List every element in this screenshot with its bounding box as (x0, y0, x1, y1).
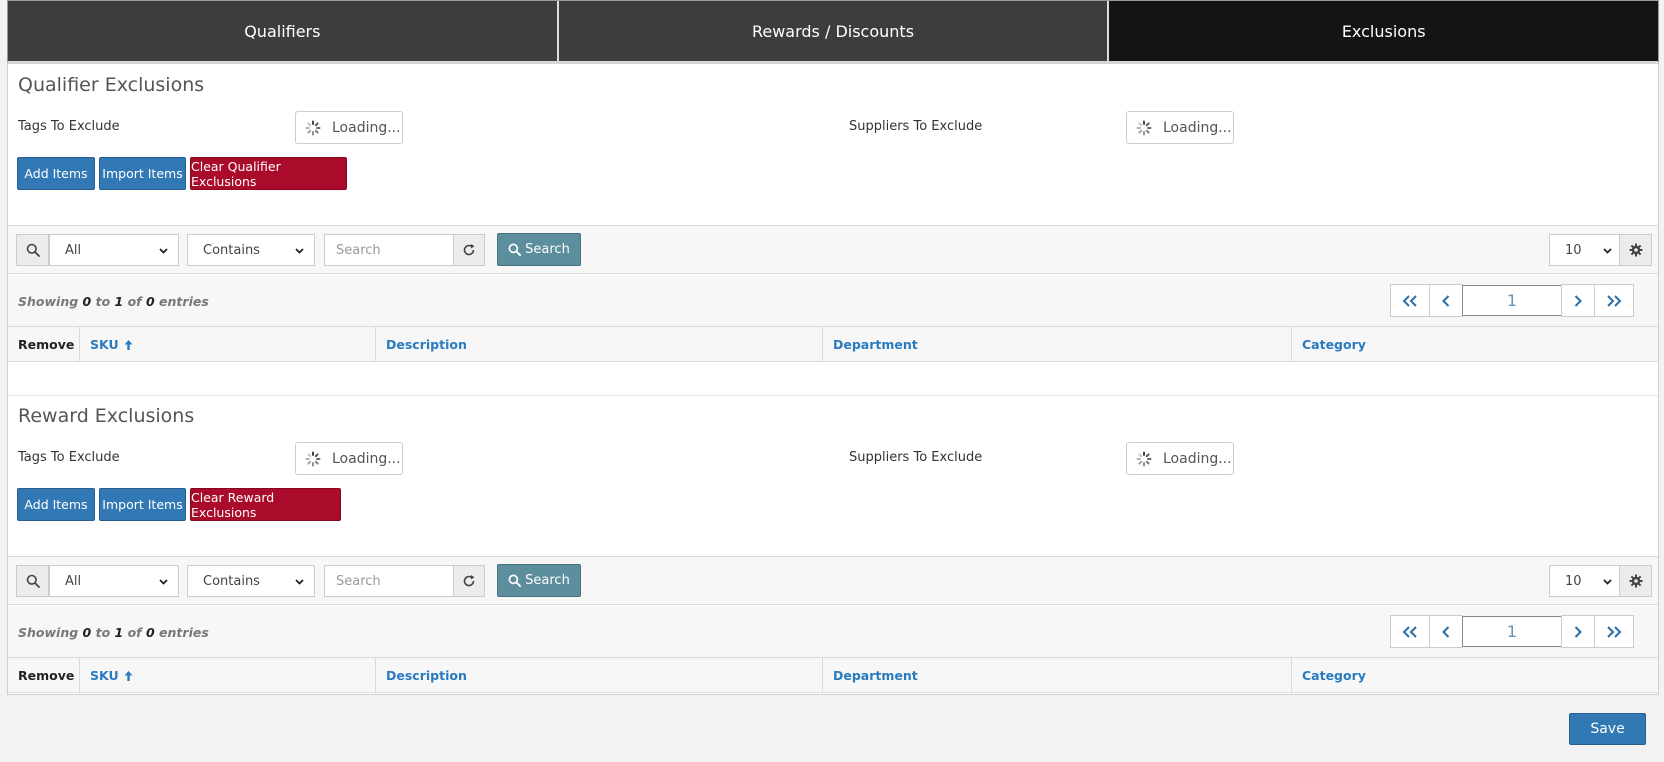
refresh-icon[interactable] (453, 234, 485, 266)
reward-tags-label: Tags To Exclude (18, 450, 120, 465)
qualifier-tags-select[interactable]: Loading... (295, 111, 403, 144)
reward-exclusions-title: Reward Exclusions (18, 405, 195, 427)
qualifier-search-toolbar: All Contains Search Search 10 (8, 225, 1658, 274)
column-remove: Remove (8, 658, 80, 693)
arrow-up-icon (124, 670, 133, 681)
reward-table-header: Remove SKU Description Department Catego… (8, 658, 1658, 693)
qualifier-page-size-select[interactable]: 10 (1549, 234, 1620, 266)
qualifier-suppliers-label: Suppliers To Exclude (849, 119, 983, 134)
tab-rewards-discounts[interactable]: Rewards / Discounts (558, 1, 1110, 61)
qualifier-operator-select[interactable]: Contains (187, 234, 315, 266)
search-icon (16, 234, 49, 266)
qualifier-page-input[interactable]: 1 (1462, 285, 1562, 316)
search-icon (508, 243, 522, 256)
spinner-icon (1136, 451, 1152, 467)
chevron-right-icon[interactable] (1561, 615, 1595, 648)
reward-page-size-select[interactable]: 10 (1549, 565, 1620, 597)
double-chevron-right-icon[interactable] (1594, 615, 1634, 648)
chevron-left-icon[interactable] (1429, 615, 1463, 648)
reward-search-button-label: Search (525, 573, 570, 588)
refresh-icon[interactable] (453, 565, 485, 597)
chevron-down-icon (294, 576, 305, 591)
footer-bar: Save (0, 695, 1664, 762)
column-department[interactable]: Department (823, 327, 1292, 362)
column-category[interactable]: Category (1292, 327, 1658, 362)
double-chevron-left-icon[interactable] (1390, 284, 1430, 317)
qualifier-table-body (8, 378, 1658, 396)
chevron-right-icon[interactable] (1561, 284, 1595, 317)
double-chevron-left-icon[interactable] (1390, 615, 1430, 648)
tab-qualifiers[interactable]: Qualifiers (8, 1, 559, 61)
reward-field-select-value: All (65, 573, 82, 589)
qualifier-table-info-row: Showing 0 to 1 of 0 entries 1 (8, 275, 1658, 327)
reward-suppliers-label: Suppliers To Exclude (849, 450, 983, 465)
reward-field-select[interactable]: All (49, 565, 179, 597)
chevron-down-icon (1602, 576, 1613, 591)
chevron-down-icon (294, 245, 305, 260)
arrow-up-icon (124, 339, 133, 350)
spinner-icon (305, 120, 321, 136)
reward-search-toolbar: All Contains Search Search 10 (8, 556, 1658, 605)
double-chevron-right-icon[interactable] (1594, 284, 1634, 317)
reward-operator-select[interactable]: Contains (187, 565, 315, 597)
reward-showing-text: Showing 0 to 1 of 0 entries (18, 625, 209, 640)
qualifier-suppliers-select[interactable]: Loading... (1126, 111, 1234, 144)
exclusions-panel: Qualifier Exclusions Tags To Exclude Loa… (7, 64, 1659, 695)
qualifier-clear-exclusions-button[interactable]: Clear Qualifier Exclusions (190, 157, 347, 190)
search-icon (16, 565, 49, 597)
gear-icon[interactable] (1619, 234, 1652, 266)
qualifier-search-input[interactable]: Search (324, 234, 454, 266)
column-category[interactable]: Category (1292, 658, 1658, 693)
qualifier-pagination: 1 (1390, 284, 1634, 317)
column-department[interactable]: Department (823, 658, 1292, 693)
qualifier-tags-loading-text: Loading... (332, 119, 401, 136)
chevron-left-icon[interactable] (1429, 284, 1463, 317)
qualifier-tags-label: Tags To Exclude (18, 119, 120, 134)
gear-icon[interactable] (1619, 565, 1652, 597)
reward-tags-loading-text: Loading... (332, 450, 401, 467)
reward-search-input[interactable]: Search (324, 565, 454, 597)
column-remove: Remove (8, 327, 80, 362)
reward-tags-select[interactable]: Loading... (295, 442, 403, 475)
reward-page-size-value: 10 (1565, 573, 1582, 589)
reward-operator-select-value: Contains (203, 573, 260, 589)
qualifier-operator-select-value: Contains (203, 242, 260, 258)
chevron-down-icon (1602, 245, 1613, 260)
qualifier-table-header: Remove SKU Description Department Catego… (8, 327, 1658, 362)
reward-search-button[interactable]: Search (497, 564, 581, 597)
reward-clear-exclusions-button[interactable]: Clear Reward Exclusions (190, 488, 341, 521)
reward-suppliers-loading-text: Loading... (1163, 450, 1232, 467)
reward-page-input[interactable]: 1 (1462, 616, 1562, 647)
column-sku-label: SKU (90, 668, 119, 683)
reward-suppliers-select[interactable]: Loading... (1126, 442, 1234, 475)
spinner-icon (305, 451, 321, 467)
column-description[interactable]: Description (376, 658, 823, 693)
chevron-down-icon (158, 245, 169, 260)
tab-exclusions[interactable]: Exclusions (1109, 1, 1659, 61)
qualifier-suppliers-loading-text: Loading... (1163, 119, 1232, 136)
column-description[interactable]: Description (376, 327, 823, 362)
reward-table-info-row: Showing 0 to 1 of 0 entries 1 (8, 606, 1658, 658)
qualifier-search-button-label: Search (525, 242, 570, 257)
reward-add-items-button[interactable]: Add Items (17, 488, 95, 521)
column-sku[interactable]: SKU (80, 327, 376, 362)
column-sku[interactable]: SKU (80, 658, 376, 693)
qualifier-search-button[interactable]: Search (497, 233, 581, 266)
tab-bar: Qualifiers Rewards / Discounts Exclusion… (7, 0, 1659, 64)
qualifier-import-items-button[interactable]: Import Items (99, 157, 186, 190)
qualifier-showing-text: Showing 0 to 1 of 0 entries (18, 294, 209, 309)
column-sku-label: SKU (90, 337, 119, 352)
qualifier-page-size-value: 10 (1565, 242, 1582, 258)
reward-pagination: 1 (1390, 615, 1634, 648)
reward-import-items-button[interactable]: Import Items (99, 488, 186, 521)
spinner-icon (1136, 120, 1152, 136)
save-button[interactable]: Save (1569, 713, 1646, 745)
qualifier-exclusions-title: Qualifier Exclusions (18, 74, 205, 96)
qualifier-field-select[interactable]: All (49, 234, 179, 266)
search-icon (508, 574, 522, 587)
chevron-down-icon (158, 576, 169, 591)
qualifier-add-items-button[interactable]: Add Items (17, 157, 95, 190)
qualifier-field-select-value: All (65, 242, 82, 258)
